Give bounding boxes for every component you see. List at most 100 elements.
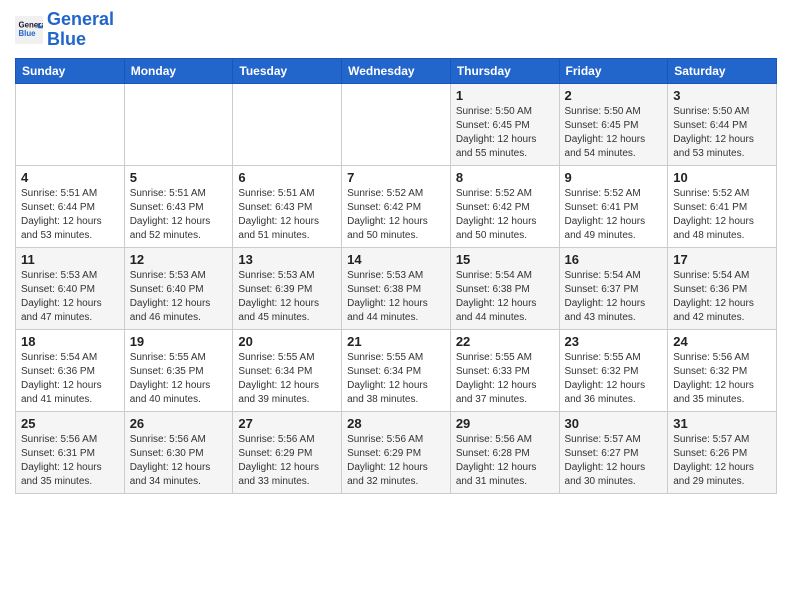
day-number: 22 [456, 334, 554, 349]
calendar-cell: 14 Sunrise: 5:53 AM Sunset: 6:38 PM Dayli… [342, 247, 451, 329]
day-number: 21 [347, 334, 445, 349]
calendar-cell: 31 Sunrise: 5:57 AM Sunset: 6:26 PM Dayli… [668, 411, 777, 493]
header-day-friday: Friday [559, 58, 668, 83]
calendar-cell: 21 Sunrise: 5:55 AM Sunset: 6:34 PM Dayli… [342, 329, 451, 411]
day-number: 15 [456, 252, 554, 267]
calendar-cell: 10Sunrise: 5:52 AM Sunset: 6:41 PM Dayli… [668, 165, 777, 247]
day-number: 4 [21, 170, 119, 185]
day-info: Sunrise: 5:56 AM Sunset: 6:31 PM Dayligh… [21, 433, 119, 489]
day-number: 3 [673, 88, 771, 103]
day-info: Sunrise: 5:52 AM Sunset: 6:41 PM Dayligh… [673, 187, 771, 243]
day-number: 8 [456, 170, 554, 185]
day-info: Sunrise: 5:57 AM Sunset: 6:27 PM Dayligh… [565, 433, 663, 489]
day-number: 5 [130, 170, 228, 185]
calendar-cell: 26 Sunrise: 5:56 AM Sunset: 6:30 PM Dayli… [124, 411, 233, 493]
calendar-week-3: 11 Sunrise: 5:53 AM Sunset: 6:40 PM Dayli… [16, 247, 777, 329]
day-info: Sunrise: 5:55 AM Sunset: 6:33 PM Dayligh… [456, 351, 554, 407]
calendar-cell: 2 Sunrise: 5:50 AM Sunset: 6:45 PM Daylig… [559, 83, 668, 165]
day-info: Sunrise: 5:55 AM Sunset: 6:32 PM Dayligh… [565, 351, 663, 407]
day-info: Sunrise: 5:55 AM Sunset: 6:34 PM Dayligh… [238, 351, 336, 407]
day-info: Sunrise: 5:53 AM Sunset: 6:40 PM Dayligh… [130, 269, 228, 325]
day-info: Sunrise: 5:51 AM Sunset: 6:43 PM Dayligh… [238, 187, 336, 243]
day-number: 31 [673, 416, 771, 431]
day-number: 12 [130, 252, 228, 267]
day-number: 24 [673, 334, 771, 349]
day-number: 23 [565, 334, 663, 349]
day-info: Sunrise: 5:53 AM Sunset: 6:40 PM Dayligh… [21, 269, 119, 325]
calendar-cell: 8 Sunrise: 5:52 AM Sunset: 6:42 PM Daylig… [450, 165, 559, 247]
calendar-week-5: 25 Sunrise: 5:56 AM Sunset: 6:31 PM Dayli… [16, 411, 777, 493]
day-number: 25 [21, 416, 119, 431]
day-info: Sunrise: 5:55 AM Sunset: 6:34 PM Dayligh… [347, 351, 445, 407]
calendar-cell: 25 Sunrise: 5:56 AM Sunset: 6:31 PM Dayli… [16, 411, 125, 493]
calendar-cell: 16Sunrise: 5:54 AM Sunset: 6:37 PM Dayli… [559, 247, 668, 329]
calendar-body: 1 Sunrise: 5:50 AM Sunset: 6:45 PM Daylig… [16, 83, 777, 493]
header-day-tuesday: Tuesday [233, 58, 342, 83]
day-number: 13 [238, 252, 336, 267]
day-info: Sunrise: 5:53 AM Sunset: 6:39 PM Dayligh… [238, 269, 336, 325]
day-info: Sunrise: 5:57 AM Sunset: 6:26 PM Dayligh… [673, 433, 771, 489]
day-number: 1 [456, 88, 554, 103]
calendar-cell: 1Sunrise: 5:50 AM Sunset: 6:45 PM Daylig… [450, 83, 559, 165]
calendar-cell: 9 Sunrise: 5:52 AM Sunset: 6:41 PM Daylig… [559, 165, 668, 247]
day-number: 18 [21, 334, 119, 349]
calendar-cell: 18 Sunrise: 5:54 AM Sunset: 6:36 PM Dayli… [16, 329, 125, 411]
header-day-wednesday: Wednesday [342, 58, 451, 83]
calendar-cell: 12 Sunrise: 5:53 AM Sunset: 6:40 PM Dayli… [124, 247, 233, 329]
day-number: 26 [130, 416, 228, 431]
day-info: Sunrise: 5:54 AM Sunset: 6:36 PM Dayligh… [673, 269, 771, 325]
day-number: 2 [565, 88, 663, 103]
logo-text: GeneralBlue [47, 10, 114, 50]
day-info: Sunrise: 5:54 AM Sunset: 6:36 PM Dayligh… [21, 351, 119, 407]
day-info: Sunrise: 5:51 AM Sunset: 6:44 PM Dayligh… [21, 187, 119, 243]
calendar-cell [342, 83, 451, 165]
day-info: Sunrise: 5:52 AM Sunset: 6:42 PM Dayligh… [347, 187, 445, 243]
day-info: Sunrise: 5:50 AM Sunset: 6:44 PM Dayligh… [673, 105, 771, 161]
day-number: 19 [130, 334, 228, 349]
day-info: Sunrise: 5:53 AM Sunset: 6:38 PM Dayligh… [347, 269, 445, 325]
day-info: Sunrise: 5:50 AM Sunset: 6:45 PM Dayligh… [565, 105, 663, 161]
calendar-cell [233, 83, 342, 165]
calendar-cell: 6 Sunrise: 5:51 AM Sunset: 6:43 PM Daylig… [233, 165, 342, 247]
calendar-cell: 7Sunrise: 5:52 AM Sunset: 6:42 PM Daylig… [342, 165, 451, 247]
day-info: Sunrise: 5:51 AM Sunset: 6:43 PM Dayligh… [130, 187, 228, 243]
day-number: 14 [347, 252, 445, 267]
day-info: Sunrise: 5:56 AM Sunset: 6:30 PM Dayligh… [130, 433, 228, 489]
day-number: 6 [238, 170, 336, 185]
day-info: Sunrise: 5:54 AM Sunset: 6:37 PM Dayligh… [565, 269, 663, 325]
calendar-cell: 27Sunrise: 5:56 AM Sunset: 6:29 PM Dayli… [233, 411, 342, 493]
header-day-thursday: Thursday [450, 58, 559, 83]
calendar-cell: 30 Sunrise: 5:57 AM Sunset: 6:27 PM Dayli… [559, 411, 668, 493]
day-info: Sunrise: 5:56 AM Sunset: 6:28 PM Dayligh… [456, 433, 554, 489]
calendar-week-1: 1 Sunrise: 5:50 AM Sunset: 6:45 PM Daylig… [16, 83, 777, 165]
day-info: Sunrise: 5:52 AM Sunset: 6:41 PM Dayligh… [565, 187, 663, 243]
calendar-cell: 22 Sunrise: 5:55 AM Sunset: 6:33 PM Dayli… [450, 329, 559, 411]
header-day-sunday: Sunday [16, 58, 125, 83]
header-day-monday: Monday [124, 58, 233, 83]
day-number: 9 [565, 170, 663, 185]
calendar-week-2: 4 Sunrise: 5:51 AM Sunset: 6:44 PM Daylig… [16, 165, 777, 247]
calendar-cell: 11 Sunrise: 5:53 AM Sunset: 6:40 PM Dayli… [16, 247, 125, 329]
header-day-saturday: Saturday [668, 58, 777, 83]
day-number: 29 [456, 416, 554, 431]
calendar-cell: 15Sunrise: 5:54 AM Sunset: 6:38 PM Dayli… [450, 247, 559, 329]
calendar-cell: 5 Sunrise: 5:51 AM Sunset: 6:43 PM Daylig… [124, 165, 233, 247]
calendar-cell: 3 Sunrise: 5:50 AM Sunset: 6:44 PM Daylig… [668, 83, 777, 165]
calendar-cell: 4 Sunrise: 5:51 AM Sunset: 6:44 PM Daylig… [16, 165, 125, 247]
calendar-table: SundayMondayTuesdayWednesdayThursdayFrid… [15, 58, 777, 494]
calendar-cell: 17 Sunrise: 5:54 AM Sunset: 6:36 PM Dayli… [668, 247, 777, 329]
calendar-cell: 19 Sunrise: 5:55 AM Sunset: 6:35 PM Dayli… [124, 329, 233, 411]
day-info: Sunrise: 5:56 AM Sunset: 6:29 PM Dayligh… [238, 433, 336, 489]
calendar-cell [124, 83, 233, 165]
calendar-cell: 13 Sunrise: 5:53 AM Sunset: 6:39 PM Dayli… [233, 247, 342, 329]
day-info: Sunrise: 5:56 AM Sunset: 6:32 PM Dayligh… [673, 351, 771, 407]
day-info: Sunrise: 5:55 AM Sunset: 6:35 PM Dayligh… [130, 351, 228, 407]
calendar-cell: 24 Sunrise: 5:56 AM Sunset: 6:32 PM Dayli… [668, 329, 777, 411]
svg-text:Blue: Blue [19, 29, 37, 38]
day-number: 11 [21, 252, 119, 267]
calendar-cell: 29 Sunrise: 5:56 AM Sunset: 6:28 PM Dayli… [450, 411, 559, 493]
day-number: 30 [565, 416, 663, 431]
day-info: Sunrise: 5:52 AM Sunset: 6:42 PM Dayligh… [456, 187, 554, 243]
day-number: 17 [673, 252, 771, 267]
header-row: SundayMondayTuesdayWednesdayThursdayFrid… [16, 58, 777, 83]
